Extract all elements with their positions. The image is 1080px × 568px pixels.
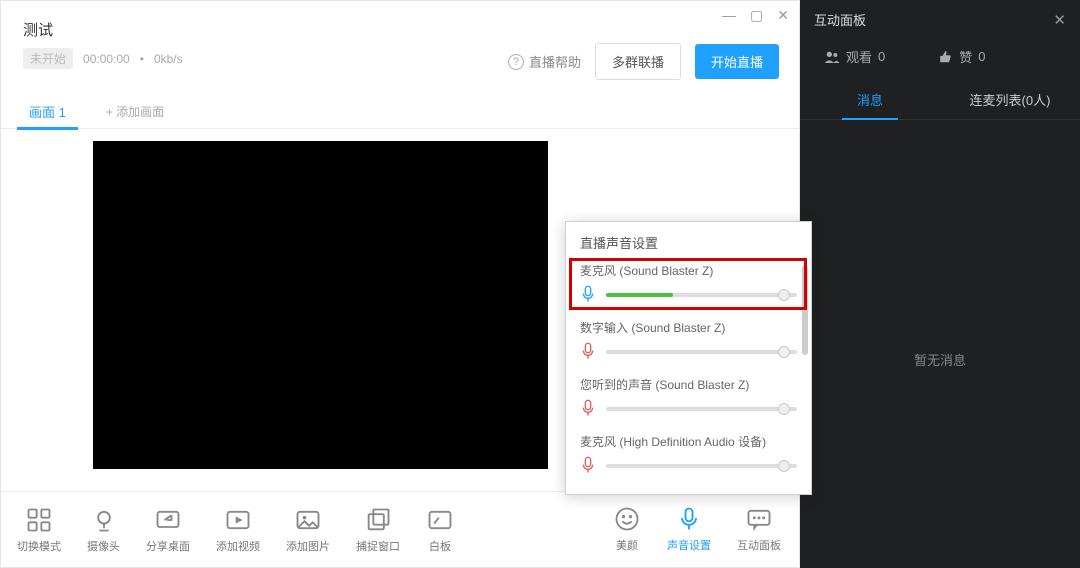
chat-icon <box>745 505 773 533</box>
volume-slider[interactable] <box>606 350 797 354</box>
audio-device: 您听到的声音 (Sound Blaster Z) <box>580 376 797 419</box>
tool-whiteboard[interactable]: 白板 <box>426 506 454 554</box>
audio-device: 数字输入 (Sound Blaster Z) <box>580 319 797 362</box>
add-screen-button[interactable]: + 添加画面 <box>106 95 164 129</box>
grid-icon <box>25 506 53 534</box>
volume-slider[interactable] <box>606 464 797 468</box>
tool-camera[interactable]: 摄像头 <box>87 506 120 554</box>
device-name: 数字输入 (Sound Blaster Z) <box>580 319 797 336</box>
image-icon <box>294 506 322 534</box>
mic-icon[interactable] <box>580 285 596 305</box>
share-icon <box>154 506 182 534</box>
start-stream-button[interactable]: 开始直播 <box>695 44 779 79</box>
smile-icon <box>613 505 641 533</box>
mic-icon[interactable] <box>580 456 596 476</box>
device-name: 麦克风 (Sound Blaster Z) <box>580 262 797 279</box>
device-name: 您听到的声音 (Sound Blaster Z) <box>580 376 797 393</box>
side-tab-messages[interactable]: 消息 <box>800 80 940 119</box>
tool-audio-settings[interactable]: 声音设置 <box>667 505 711 553</box>
multicast-button[interactable]: 多群联播 <box>595 43 681 80</box>
maximize-icon[interactable]: ▢ <box>750 7 763 24</box>
mic-icon[interactable] <box>580 342 596 362</box>
help-link[interactable]: ? 直播帮助 <box>508 52 581 71</box>
stream-title: 测试 <box>23 19 777 40</box>
tool-add-video[interactable]: 添加视频 <box>216 506 260 554</box>
tool-capture-window[interactable]: 捕捉窗口 <box>356 506 400 554</box>
device-name: 麦克风 (High Definition Audio 设备) <box>580 433 797 450</box>
window-controls: ― ▢ ✕ <box>722 7 789 24</box>
popup-title: 直播声音设置 <box>566 222 811 262</box>
volume-slider[interactable] <box>606 293 797 297</box>
tool-interaction-panel[interactable]: 互动面板 <box>737 505 781 553</box>
popup-scrollbar[interactable] <box>802 265 808 355</box>
audio-device: 麦克风 (Sound Blaster Z) <box>580 262 797 305</box>
viewers-icon <box>824 50 840 64</box>
close-icon[interactable]: ✕ <box>777 7 789 24</box>
mic-icon[interactable] <box>580 399 596 419</box>
status-badge: 未开始 <box>23 48 73 69</box>
tool-beauty[interactable]: 美颜 <box>613 505 641 553</box>
elapsed-time: 00:00:00 <box>83 52 130 66</box>
side-close-icon[interactable]: ✕ <box>1053 11 1066 29</box>
audio-settings-popup: 直播声音设置 麦克风 (Sound Blaster Z) 数字输入 (Sound … <box>565 221 812 495</box>
tool-add-image[interactable]: 添加图片 <box>286 506 330 554</box>
video-icon <box>224 506 252 534</box>
volume-slider[interactable] <box>606 407 797 411</box>
video-preview <box>93 141 548 469</box>
minimize-icon[interactable]: ― <box>722 7 736 24</box>
empty-message: 暂无消息 <box>800 350 1080 369</box>
tool-share-desktop[interactable]: 分享桌面 <box>146 506 190 554</box>
viewers-stat: 观看 0 <box>824 47 885 66</box>
capture-icon <box>364 506 392 534</box>
side-panel-title: 互动面板 <box>814 10 866 29</box>
side-tab-miclist[interactable]: 连麦列表(0人) <box>940 80 1080 119</box>
thumb-icon <box>939 50 953 64</box>
tab-screen-1[interactable]: 画面 1 <box>29 95 66 129</box>
whiteboard-icon <box>426 506 454 534</box>
likes-stat: 赞 0 <box>939 47 985 66</box>
dot-separator: • <box>140 52 144 66</box>
camera-icon <box>90 506 118 534</box>
tool-switch-mode[interactable]: 切换模式 <box>17 506 61 554</box>
bitrate: 0kb/s <box>154 52 183 66</box>
help-icon: ? <box>508 54 524 70</box>
microphone-icon <box>675 505 703 533</box>
audio-device: 麦克风 (High Definition Audio 设备) <box>580 433 797 476</box>
